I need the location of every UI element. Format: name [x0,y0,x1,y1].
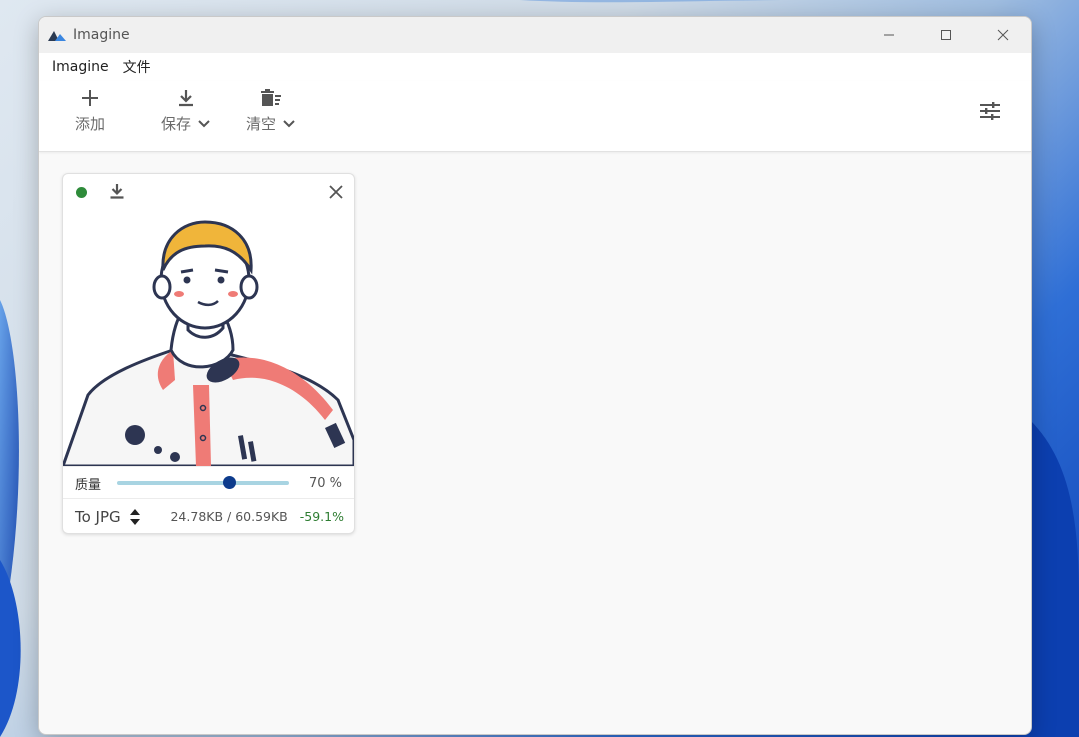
image-card: 质量 70 % To JPG 24.78KB / 60.59KB -59.1% [62,173,355,534]
format-label: To JPG [75,507,121,526]
imagine-logo-icon [48,31,66,41]
quality-slider-thumb[interactable] [222,476,236,489]
add-button[interactable]: 添加 [75,89,105,134]
download-icon [110,184,124,199]
clear-label: 清空 [246,115,277,133]
maximize-button[interactable] [917,17,974,53]
quality-value: 70 % [308,475,342,491]
trash-icon [261,89,281,106]
image-preview [63,210,354,468]
format-selector[interactable]: To JPG [75,508,141,526]
close-window-button[interactable] [974,17,1031,53]
clear-button[interactable]: 清空 [246,89,296,134]
card-header [63,174,354,210]
status-indicator [76,187,87,198]
title-bar: Imagine [39,17,1031,53]
file-sizes: 24.78KB / 60.59KB [170,509,288,524]
menu-bar: Imagine 文件 [39,53,1031,81]
menu-imagine[interactable]: Imagine [44,59,117,75]
card-close-button[interactable] [328,184,344,204]
menu-file[interactable]: 文件 [115,57,159,77]
plus-icon [82,90,98,106]
quality-label: 质量 [75,477,102,493]
sort-arrows-icon [129,508,140,525]
quality-slider[interactable] [117,476,289,489]
sliders-icon [980,102,1000,120]
settings-button[interactable] [979,101,1001,125]
quality-row: 质量 70 % [63,466,354,499]
save-button[interactable]: 保存 [161,89,211,134]
close-icon [329,185,343,199]
maximize-icon [940,30,951,40]
chevron-down-icon [283,119,295,127]
window-title: Imagine [73,27,130,43]
toolbar: 添加 保存 清空 [39,81,1031,152]
save-label: 保存 [161,115,192,133]
card-download-button[interactable] [109,183,125,203]
app-window: Imagine Imagine 文件 添加 保存 清空 质量 70 % To J… [38,16,1032,735]
chevron-down-icon [198,119,210,127]
minimize-icon [883,34,894,36]
close-icon [997,29,1008,41]
illustration-image [63,220,354,468]
add-label: 添加 [75,115,106,133]
download-icon [179,90,193,107]
size-saving: -59.1% [299,509,344,524]
minimize-button[interactable] [860,17,917,53]
card-footer: To JPG 24.78KB / 60.59KB -59.1% [63,498,354,533]
